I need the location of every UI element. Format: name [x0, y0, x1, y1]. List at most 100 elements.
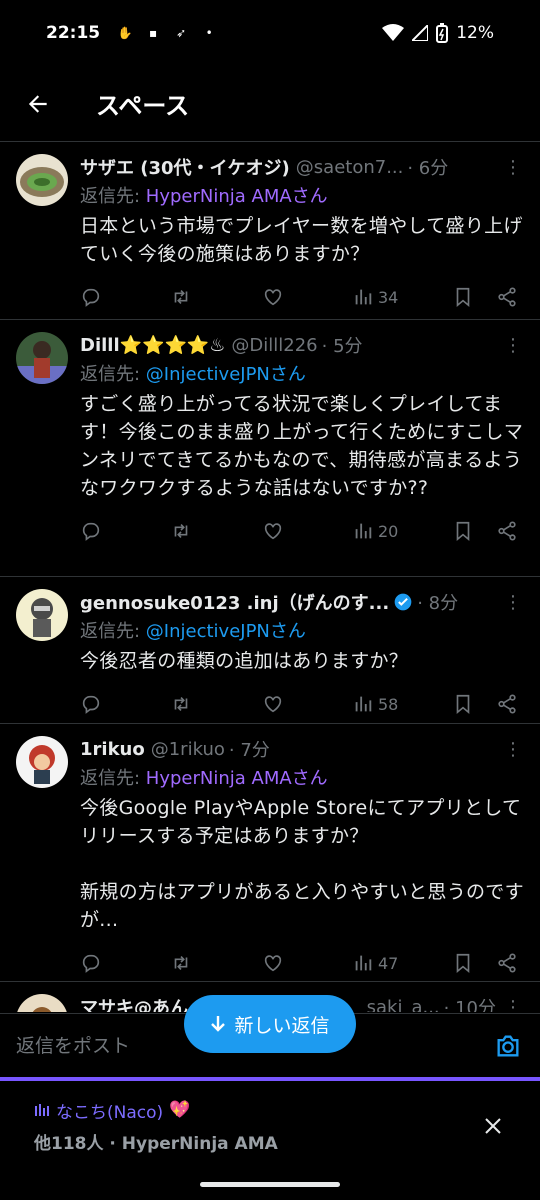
bookmark-button[interactable] — [452, 520, 496, 542]
reply-icon — [82, 522, 100, 541]
views-button[interactable]: 47 — [352, 952, 452, 974]
avatar[interactable] — [16, 994, 68, 1012]
avatar[interactable] — [16, 332, 68, 384]
reply-to-link[interactable]: @InjectiveJPNさん — [146, 621, 306, 642]
reply-to-link[interactable]: HyperNinja AMAさん — [146, 186, 328, 207]
close-button[interactable] — [480, 1113, 506, 1139]
views-icon — [355, 289, 372, 305]
share-icon — [498, 953, 516, 973]
heart-icon — [264, 523, 282, 540]
tweet[interactable]: サザエ (30代・イケオジ) @saeton7... · 6分 ⋮ 返信先: H… — [0, 142, 540, 320]
reply-prefix: 返信先: — [80, 186, 146, 207]
reply-icon — [82, 954, 100, 973]
home-indicator[interactable] — [200, 1182, 340, 1187]
reply-button[interactable] — [80, 693, 170, 715]
bookmark-button[interactable] — [452, 286, 496, 308]
author-handle[interactable]: @Dilll226 — [231, 335, 317, 356]
author-handle[interactable]: @saeton7... — [296, 157, 404, 178]
repost-button[interactable] — [170, 286, 262, 308]
more-options-icon[interactable]: ⋮ — [502, 157, 524, 178]
post-time: · 5分 — [321, 336, 363, 357]
heart-emoji: 💖 — [169, 1100, 191, 1120]
views-icon — [355, 523, 372, 539]
camera-icon — [497, 1035, 519, 1056]
author-name[interactable]: マサキ@あん — [80, 994, 188, 1012]
more-options-icon[interactable]: ⋮ — [502, 335, 524, 356]
reply-feed[interactable]: サザエ (30代・イケオジ) @saeton7... · 6分 ⋮ 返信先: H… — [0, 142, 540, 1012]
close-icon — [485, 1118, 501, 1134]
status-bar: 22:15 ✋ ▪ ➶ • 12% — [0, 0, 540, 66]
tweet-text: 今後忍者の種類の追加はありますか？ — [80, 650, 409, 672]
arrow-down-icon — [211, 1016, 226, 1032]
author-name[interactable]: gennosuke0123 .inj（げんのす... — [80, 589, 389, 615]
views-count: 47 — [378, 953, 399, 973]
new-replies-button[interactable]: 新しい返信 — [184, 995, 356, 1053]
tweet[interactable]: gennosuke0123 .inj（げんのす... · 8分 ⋮ 返信先: @… — [0, 577, 540, 724]
bookmark-icon — [456, 953, 470, 974]
wifi-icon — [382, 24, 405, 41]
like-button[interactable] — [262, 520, 352, 542]
more-options-icon[interactable]: ⋮ — [502, 739, 524, 760]
tweet-text: 日本という市場でプレイヤー数を増やして盛り上げていく今後の施策はありますか？ — [80, 215, 523, 265]
reply-button[interactable] — [80, 520, 170, 542]
author-handle[interactable]: @1rikuo — [151, 739, 225, 760]
views-icon — [355, 696, 372, 712]
more-options-icon[interactable]: ⋮ — [502, 997, 524, 1013]
like-button[interactable] — [262, 286, 352, 308]
reply-to-link[interactable]: HyperNinja AMAさん — [146, 768, 328, 789]
author-name[interactable]: Dilll⭐⭐⭐⭐♨ — [80, 335, 225, 356]
repost-button[interactable] — [170, 693, 262, 715]
rocket-icon: ➶ — [176, 26, 187, 40]
bookmark-button[interactable] — [452, 693, 496, 715]
tweet[interactable]: Dilll⭐⭐⭐⭐♨ @Dilll226 · 5分 ⋮ 返信先: @Inject… — [0, 320, 540, 577]
reply-context: 返信先: HyperNinja AMAさん — [80, 182, 524, 208]
space-mini-player[interactable]: なこち(Naco) 💖 他118人 · HyperNinja AMA — [0, 1077, 540, 1175]
battery-icon — [436, 23, 449, 43]
verified-badge-icon — [394, 593, 412, 611]
bookmark-icon — [456, 694, 470, 715]
avatar[interactable] — [16, 589, 68, 641]
space-host-name: なこち(Naco) — [56, 1102, 164, 1123]
post-time: · 7分 — [228, 740, 270, 761]
author-name[interactable]: 1rikuo — [80, 739, 145, 760]
avatar[interactable] — [16, 736, 68, 788]
reply-button[interactable] — [80, 286, 170, 308]
arrow-left-icon — [28, 94, 47, 113]
back-button[interactable] — [18, 84, 58, 124]
reply-button[interactable] — [80, 952, 170, 974]
repost-button[interactable] — [170, 520, 262, 542]
share-button[interactable] — [496, 520, 518, 542]
reply-prefix: 返信先: — [80, 364, 146, 385]
bookmark-icon — [456, 287, 470, 308]
views-button[interactable]: 34 — [352, 286, 452, 308]
author-name[interactable]: サザエ (30代・イケオジ) — [80, 154, 290, 180]
views-count: 58 — [378, 694, 399, 714]
views-button[interactable]: 20 — [352, 520, 452, 542]
views-icon — [355, 955, 372, 971]
like-button[interactable] — [262, 952, 352, 974]
reply-context: 返信先: @InjectiveJPNさん — [80, 617, 524, 643]
bookmark-button[interactable] — [452, 952, 496, 974]
share-button[interactable] — [496, 693, 518, 715]
camera-button[interactable] — [492, 1030, 524, 1062]
post-time: · 10分 — [443, 998, 496, 1012]
post-time: · 6分 — [407, 158, 449, 179]
notification-icon: ✋ — [117, 26, 133, 40]
heart-icon — [264, 289, 282, 306]
views-count: 20 — [378, 521, 399, 541]
reply-prefix: 返信先: — [80, 768, 146, 789]
tweet-text: 今後Google PlayやApple Storeにてアプリとしてリリースする予… — [80, 797, 524, 931]
reply-icon — [82, 695, 100, 714]
space-host: なこち(Naco) 💖 — [34, 1097, 506, 1123]
repost-button[interactable] — [170, 952, 262, 974]
more-options-icon[interactable]: ⋮ — [502, 592, 524, 613]
reply-to-link[interactable]: @InjectiveJPNさん — [146, 364, 306, 385]
author-handle[interactable]: saki_a... — [367, 997, 440, 1013]
like-button[interactable] — [262, 693, 352, 715]
tweet[interactable]: 1rikuo @1rikuo · 7分 ⋮ 返信先: HyperNinja AM… — [0, 724, 540, 982]
views-button[interactable]: 58 — [352, 693, 452, 715]
reply-icon — [82, 288, 100, 307]
share-button[interactable] — [496, 286, 518, 308]
avatar[interactable] — [16, 154, 68, 206]
share-button[interactable] — [496, 952, 518, 974]
